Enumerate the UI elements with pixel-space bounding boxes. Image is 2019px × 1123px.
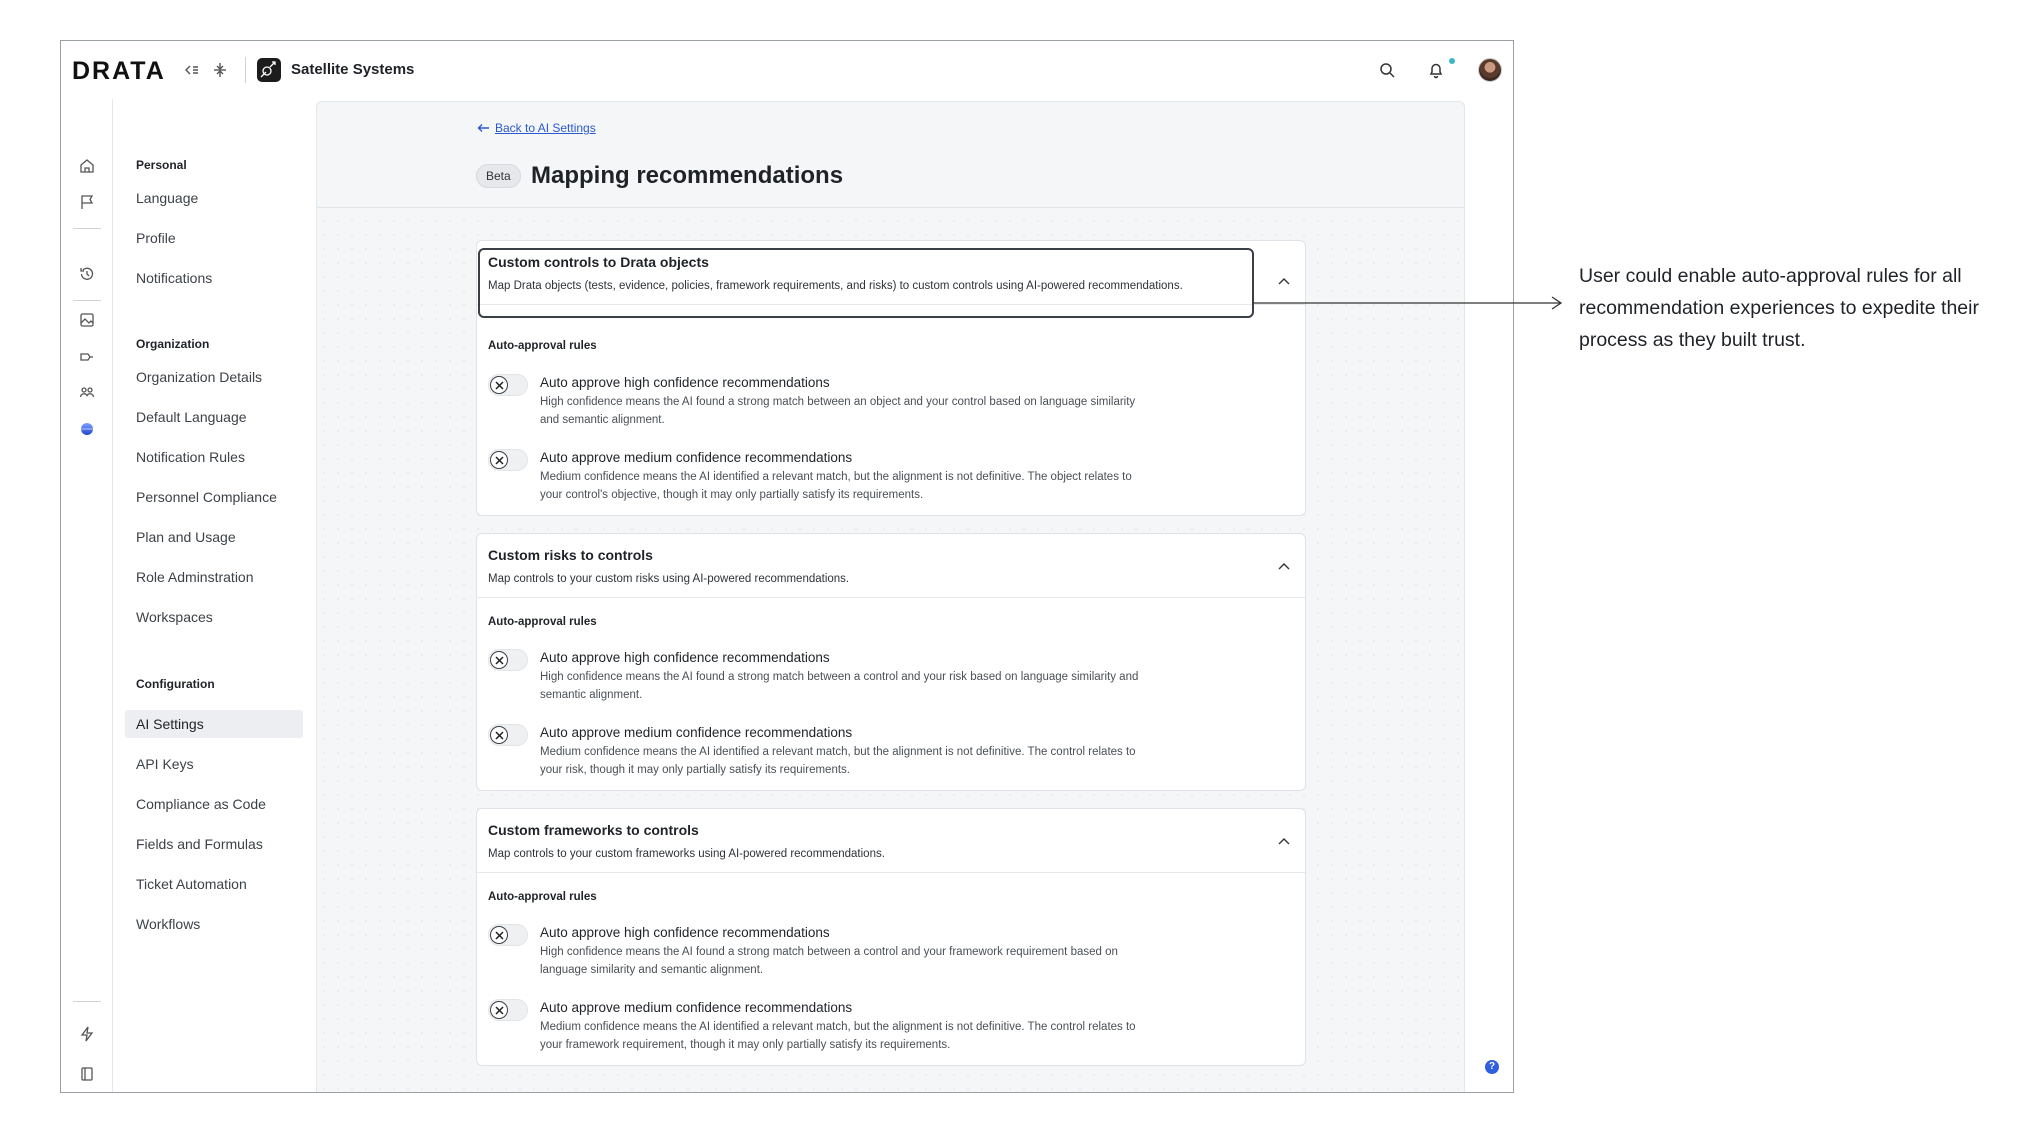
main-panel: Back to AI Settings Beta Mapping recomme…	[316, 101, 1465, 1092]
nav-item-compliance-as-code[interactable]: Compliance as Code	[136, 796, 266, 812]
avatar[interactable]	[1478, 58, 1502, 82]
nav-item-workspaces[interactable]: Workspaces	[136, 609, 213, 625]
collapse-icon[interactable]	[183, 61, 201, 79]
nav-item-personnel-compliance[interactable]: Personnel Compliance	[136, 489, 277, 505]
home-icon[interactable]	[78, 157, 96, 175]
top-bar: DRATA Satellite Systems	[61, 41, 1513, 99]
rule-description: High confidence means the AI found a str…	[540, 671, 1139, 701]
flag-icon[interactable]	[78, 193, 96, 211]
page-header: Back to AI Settings Beta Mapping recomme…	[317, 102, 1464, 208]
rail-divider	[73, 228, 101, 229]
rule-description: High confidence means the AI found a str…	[540, 946, 1118, 976]
nav-item-role-administration[interactable]: Role Adminstration	[136, 569, 254, 585]
search-icon[interactable]	[1378, 61, 1396, 79]
help-icon[interactable]: ?	[1485, 1060, 1499, 1074]
chevron-up-icon[interactable]	[1277, 559, 1291, 573]
nav-item-api-keys[interactable]: API Keys	[136, 756, 194, 772]
auto-approval-heading: Auto-approval rules	[488, 616, 597, 628]
nav-item-workflows[interactable]: Workflows	[136, 916, 200, 932]
rail-divider	[73, 1001, 101, 1002]
nav-item-plan-and-usage[interactable]: Plan and Usage	[136, 529, 236, 545]
rule-title: Auto approve medium confidence recommend…	[540, 725, 853, 740]
rule-title: Auto approve high confidence recommendat…	[540, 375, 830, 390]
section-description: Map controls to your custom frameworks u…	[488, 848, 885, 860]
section-description: Map Drata objects (tests, evidence, poli…	[488, 280, 1183, 292]
switch-icon[interactable]	[211, 61, 229, 79]
org-name[interactable]: Satellite Systems	[291, 61, 414, 78]
arrow-left-icon	[477, 124, 489, 132]
toggle-high-confidence[interactable]	[488, 649, 528, 671]
toggle-medium-confidence[interactable]	[488, 724, 528, 746]
nav-item-profile[interactable]: Profile	[136, 230, 176, 246]
section-title: Custom frameworks to controls	[488, 822, 699, 838]
chevron-up-icon[interactable]	[1277, 834, 1291, 848]
toggle-high-confidence[interactable]	[488, 374, 528, 396]
drata-logo: DRATA	[72, 57, 166, 85]
icon-rail	[61, 99, 113, 1092]
notification-dot	[1449, 58, 1455, 64]
nav-item-fields-and-formulas[interactable]: Fields and Formulas	[136, 836, 263, 852]
section-title: Custom controls to Drata objects	[488, 254, 709, 270]
settings-nav: Personal Language Profile Notifications …	[113, 99, 313, 1092]
section-card-risks: Custom risks to controls Map controls to…	[476, 533, 1306, 791]
globe-icon[interactable]	[78, 420, 96, 438]
back-link[interactable]: Back to AI Settings	[477, 121, 596, 135]
nav-item-notification-rules[interactable]: Notification Rules	[136, 449, 245, 465]
page-title: Mapping recommendations	[531, 162, 844, 189]
rule-description: High confidence means the AI found a str…	[540, 396, 1136, 426]
section-card-drata-objects: Custom controls to Drata objects Map Dra…	[476, 240, 1306, 516]
bolt-icon[interactable]	[78, 1025, 96, 1043]
section-header[interactable]: Custom controls to Drata objects Map Dra…	[477, 241, 1305, 318]
section-header[interactable]: Custom frameworks to controls Map contro…	[477, 809, 1305, 873]
rule-title: Auto approve medium confidence recommend…	[540, 1000, 853, 1015]
beta-badge: Beta	[476, 164, 521, 188]
toggle-medium-confidence[interactable]	[488, 449, 528, 471]
rule-title: Auto approve medium confidence recommend…	[540, 450, 853, 465]
nav-item-organization-details[interactable]: Organization Details	[136, 369, 262, 385]
rule-title: Auto approve high confidence recommendat…	[540, 925, 830, 940]
chevron-up-icon[interactable]	[1277, 274, 1291, 288]
section-title: Custom risks to controls	[488, 547, 653, 563]
rule-description: Medium confidence means the AI identifie…	[540, 471, 1132, 501]
risk-icon[interactable]	[78, 348, 96, 366]
rule-description: Medium confidence means the AI identifie…	[540, 746, 1136, 776]
bell-icon[interactable]	[1427, 61, 1445, 79]
annotation-text: User could enable auto-approval rules fo…	[1579, 265, 1979, 351]
nav-heading-personal: Personal	[136, 158, 187, 172]
section-header[interactable]: Custom risks to controls Map controls to…	[477, 534, 1305, 598]
divider	[245, 57, 246, 83]
rail-divider	[73, 300, 101, 301]
org-logo	[257, 58, 281, 82]
back-link-label: Back to AI Settings	[495, 121, 596, 135]
nav-item-default-language[interactable]: Default Language	[136, 409, 247, 425]
app-window: DRATA Satellite Systems Personal Languag…	[60, 40, 1514, 1093]
auto-approval-heading: Auto-approval rules	[488, 891, 597, 903]
nav-heading-configuration: Configuration	[136, 677, 215, 691]
section-description: Map controls to your custom risks using …	[488, 573, 850, 585]
annotation-arrow	[1252, 296, 1563, 310]
toggle-medium-confidence[interactable]	[488, 999, 528, 1021]
people-icon[interactable]	[78, 383, 96, 401]
nav-item-notifications[interactable]: Notifications	[136, 270, 212, 286]
nav-heading-organization: Organization	[136, 337, 210, 351]
toggle-high-confidence[interactable]	[488, 924, 528, 946]
auto-approval-heading: Auto-approval rules	[488, 340, 597, 352]
book-icon[interactable]	[78, 1065, 96, 1083]
nav-item-ai-settings[interactable]: AI Settings	[136, 716, 204, 732]
rule-description: Medium confidence means the AI identifie…	[540, 1021, 1136, 1051]
image-icon[interactable]	[78, 311, 96, 329]
section-card-frameworks: Custom frameworks to controls Map contro…	[476, 808, 1306, 1066]
nav-item-language[interactable]: Language	[136, 190, 198, 206]
history-icon[interactable]	[78, 265, 96, 283]
rule-title: Auto approve high confidence recommendat…	[540, 650, 830, 665]
nav-item-ticket-automation[interactable]: Ticket Automation	[136, 876, 247, 892]
